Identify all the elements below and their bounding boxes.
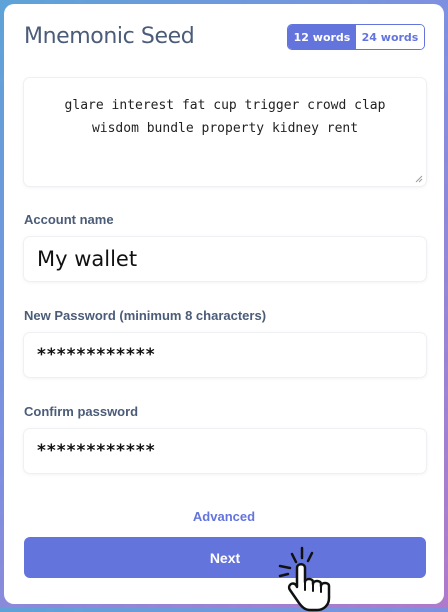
confirm-password-input[interactable]: ************ [24,429,426,473]
account-name-label: Account name [24,212,114,227]
next-button[interactable]: Next [24,537,426,578]
confirm-password-label: Confirm password [24,404,139,419]
new-password-input[interactable]: ************ [24,333,426,377]
seed-phrase-textarea[interactable]: glare interest fat cup trigger crowd cla… [24,78,426,186]
account-name-input[interactable]: My wallet [24,237,426,281]
word-count-toggle[interactable]: 12 words 24 words [287,24,425,50]
advanced-link[interactable]: Advanced [4,509,444,524]
page-title: Mnemonic Seed [24,24,195,49]
toggle-12-words[interactable]: 12 words [288,25,356,49]
new-password-label: New Password (minimum 8 characters) [24,308,267,323]
toggle-24-words[interactable]: 24 words [356,25,424,49]
resize-grip-icon[interactable] [415,175,423,183]
seed-card: Mnemonic Seed 12 words 24 words glare in… [4,4,444,612]
seed-phrase-text: glare interest fat cup trigger crowd cla… [64,98,386,136]
